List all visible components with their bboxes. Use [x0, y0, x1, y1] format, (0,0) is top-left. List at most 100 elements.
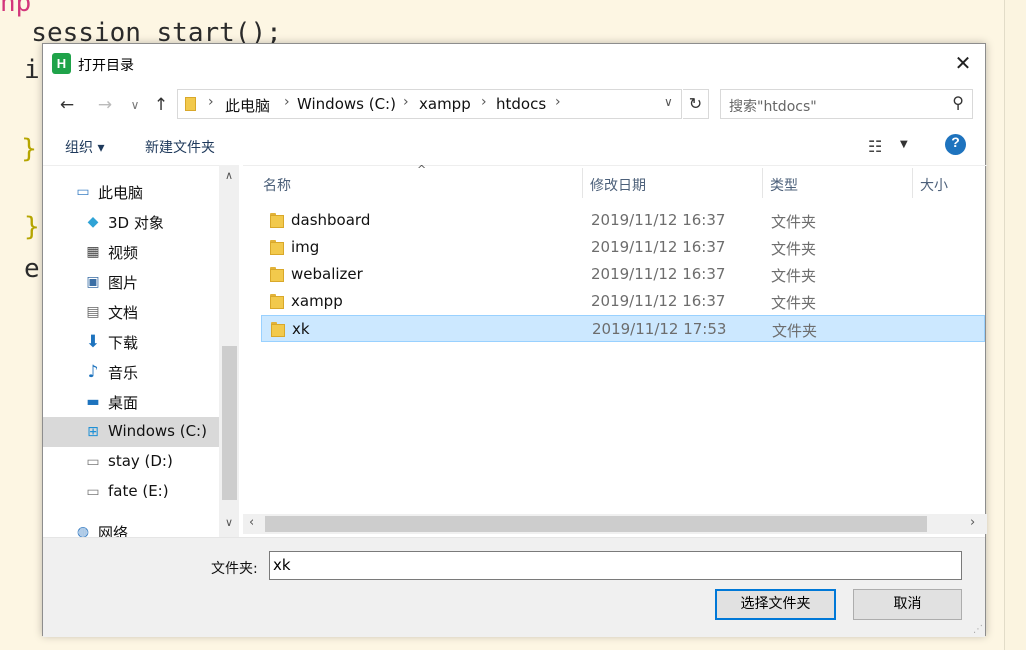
sidebar-item-label: 音乐: [108, 364, 139, 382]
column-header-label: 修改日期: [590, 178, 646, 194]
file-row[interactable]: img 2019/11/12 16:37 文件夹: [261, 234, 985, 261]
open-folder-dialog: H 打开目录 ✕ ← → ∨ ↑ › 此电脑 › Windows (C:) › …: [42, 43, 987, 637]
breadcrumb-separator[interactable]: ›: [208, 94, 214, 110]
code-line-6: e: [24, 254, 40, 284]
dialog-footer: 文件夹: xk 选择文件夹 取消 ⋰: [43, 537, 985, 637]
breadcrumb-htdocs[interactable]: htdocs: [496, 95, 546, 113]
dialog-titlebar[interactable]: H 打开目录 ✕: [43, 44, 985, 84]
column-header-label: 类型: [770, 178, 798, 194]
sidebar-item-desktop[interactable]: ▬ 桌面: [43, 387, 219, 417]
column-header-date[interactable]: 修改日期: [570, 166, 760, 200]
breadcrumb-separator[interactable]: ›: [403, 94, 409, 110]
code-line-4: }: [21, 134, 37, 164]
chevron-down-icon: ∨: [130, 98, 140, 112]
drive-icon: ▭: [86, 484, 100, 500]
navigation-bar: ← → ∨ ↑ › 此电脑 › Windows (C:) › xampp › h…: [43, 89, 985, 121]
up-button[interactable]: ↑: [149, 93, 173, 117]
windows-drive-icon: ⊞: [87, 424, 99, 440]
code-line-3: i: [24, 55, 40, 85]
sidebar-item-pictures[interactable]: ▣ 图片: [43, 267, 219, 297]
recent-locations-button[interactable]: ∨: [123, 93, 147, 117]
sidebar-item-fate-e[interactable]: ▭ fate (E:): [43, 477, 219, 507]
resize-grip-icon[interactable]: ⋰: [973, 624, 983, 635]
sidebar-item-label: 此电脑: [98, 184, 144, 202]
file-row[interactable]: webalizer 2019/11/12 16:37 文件夹: [261, 261, 985, 288]
up-arrow-icon: ↑: [153, 95, 169, 115]
folder-icon: [270, 213, 284, 228]
sidebar-item-label: 桌面: [108, 394, 139, 412]
file-row-selected[interactable]: xk 2019/11/12 17:53 文件夹: [261, 315, 985, 342]
cancel-button[interactable]: 取消: [853, 589, 962, 620]
file-date: 2019/11/12 16:37: [591, 292, 726, 310]
help-icon[interactable]: ?: [945, 134, 966, 155]
scroll-up-icon[interactable]: ∧: [219, 169, 239, 182]
scroll-down-icon[interactable]: ∨: [219, 516, 239, 529]
scrollbar-thumb[interactable]: [265, 516, 927, 532]
folder-icon: [270, 267, 284, 282]
breadcrumb-separator[interactable]: ›: [284, 94, 290, 110]
scroll-left-icon[interactable]: ‹: [249, 515, 254, 530]
sidebar-item-windows-c[interactable]: ⊞ Windows (C:): [43, 417, 219, 447]
pictures-icon: ▣: [86, 274, 100, 290]
sidebar-item-label: 下载: [108, 334, 139, 352]
scroll-right-icon[interactable]: ›: [970, 515, 975, 530]
navigation-pane-scrollbar[interactable]: ∧ ∨: [219, 165, 239, 537]
organize-button[interactable]: 组织 ▾: [65, 137, 104, 157]
sidebar-item-music[interactable]: ♪ 音乐: [43, 357, 219, 387]
sidebar-item-downloads[interactable]: ⬇ 下载: [43, 327, 219, 357]
sidebar-item-3d-objects[interactable]: ◆ 3D 对象: [43, 207, 219, 237]
file-row[interactable]: dashboard 2019/11/12 16:37 文件夹: [261, 207, 985, 234]
file-date: 2019/11/12 16:37: [591, 265, 726, 283]
folder-name-input[interactable]: xk: [269, 551, 962, 580]
column-header-size[interactable]: 大小: [900, 166, 980, 200]
sidebar-item-label: 文档: [108, 304, 139, 322]
address-bar[interactable]: › 此电脑 › Windows (C:) › xampp › htdocs › …: [177, 89, 682, 119]
sidebar-item-this-pc[interactable]: ▭ 此电脑: [43, 177, 219, 207]
column-header-label: 大小: [920, 178, 948, 194]
sidebar-item-video[interactable]: ▦ 视频: [43, 237, 219, 267]
file-name: xk: [292, 320, 310, 338]
breadcrumb-xampp[interactable]: xampp: [419, 95, 471, 113]
breadcrumb-separator[interactable]: ›: [481, 94, 487, 110]
back-button[interactable]: ←: [55, 93, 79, 117]
editor-scrollbar[interactable]: [1004, 0, 1026, 650]
column-header-name[interactable]: 名称: [243, 166, 582, 200]
search-icon[interactable]: ⚲: [952, 93, 964, 112]
breadcrumb-this-pc[interactable]: 此电脑: [225, 95, 270, 116]
new-folder-button[interactable]: 新建文件夹: [145, 137, 215, 157]
sidebar-item-network[interactable]: ◍ 网络: [43, 517, 219, 537]
download-icon: ⬇: [85, 332, 101, 352]
sidebar-item-label: 3D 对象: [108, 214, 164, 232]
forward-button[interactable]: →: [93, 93, 117, 117]
breadcrumb-separator[interactable]: ›: [555, 94, 561, 110]
file-list-horizontal-scrollbar[interactable]: ‹ ›: [243, 514, 987, 534]
close-icon: ✕: [954, 51, 972, 75]
forward-arrow-icon: →: [97, 95, 113, 115]
view-options-icon[interactable]: ☷: [868, 137, 882, 156]
dialog-title: 打开目录: [78, 58, 134, 74]
folder-icon: [270, 240, 284, 255]
address-dropdown-icon[interactable]: ∨: [664, 95, 673, 109]
select-folder-button[interactable]: 选择文件夹: [715, 589, 836, 620]
breadcrumb-windows-c[interactable]: Windows (C:): [297, 95, 396, 113]
sidebar-item-documents[interactable]: ▤ 文档: [43, 297, 219, 327]
file-row[interactable]: xampp 2019/11/12 16:37 文件夹: [261, 288, 985, 315]
file-type: 文件夹: [771, 294, 817, 312]
close-button[interactable]: ✕: [941, 44, 985, 84]
3d-objects-icon: ◆: [87, 214, 99, 230]
network-icon: ◍: [76, 524, 90, 537]
file-type: 文件夹: [772, 322, 818, 340]
file-type: 文件夹: [771, 267, 817, 285]
search-input[interactable]: 搜索"htdocs" ⚲: [720, 89, 973, 119]
sidebar-item-label: Windows (C:): [108, 422, 207, 440]
sidebar-item-label: 图片: [108, 274, 139, 292]
sidebar-item-stay-d[interactable]: ▭ stay (D:): [43, 447, 219, 477]
refresh-button[interactable]: ↻: [683, 89, 709, 119]
column-header-type[interactable]: 类型: [750, 166, 900, 200]
view-dropdown-icon[interactable]: ▼: [900, 139, 908, 150]
back-arrow-icon: ←: [59, 95, 75, 115]
scrollbar-thumb[interactable]: [222, 346, 237, 500]
file-date: 2019/11/12 16:37: [591, 238, 726, 256]
video-icon: ▦: [86, 244, 100, 260]
music-icon: ♪: [87, 362, 99, 382]
